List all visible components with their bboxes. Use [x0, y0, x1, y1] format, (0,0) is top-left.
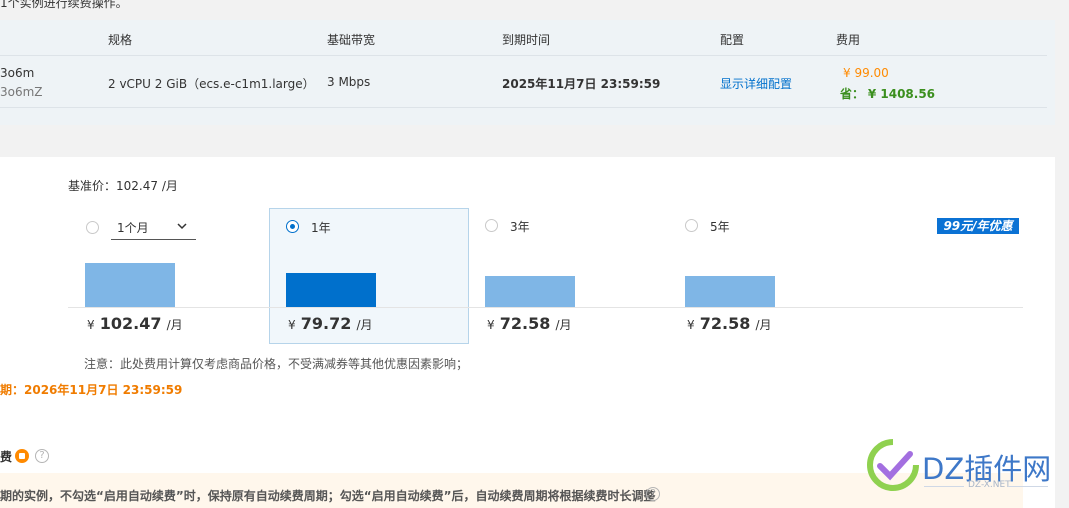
coin-icon — [15, 449, 29, 463]
auto-renew-title: 费 — [0, 450, 13, 464]
header-bandwidth: 基础带宽 — [327, 33, 376, 47]
radio-icon[interactable] — [86, 221, 99, 234]
save-value: ¥ 1408.56 — [867, 87, 936, 101]
month-select[interactable]: 1个月 — [111, 214, 196, 240]
price-value: 102.47 — [99, 314, 162, 333]
chevron-down-icon — [177, 223, 187, 230]
price-symbol: ¥ — [487, 318, 495, 332]
instance-spec: 2 vCPU 2 GiB（ecs.e-c1m1.large） — [108, 77, 315, 91]
price-bar-3-year — [485, 276, 575, 307]
price-value: 72.58 — [699, 314, 751, 333]
new-expire-time: 期：2026年11月7日 23:59:59 — [0, 383, 183, 397]
option-label-1-year: 1年 — [311, 221, 331, 235]
radio-icon[interactable] — [685, 219, 698, 232]
header-cost: 费用 — [836, 33, 861, 47]
price-symbol: ¥ — [87, 318, 95, 332]
save-label: 省： — [840, 87, 865, 101]
price-unit: /月 — [166, 318, 183, 332]
option-label-3-year: 3年 — [510, 220, 530, 234]
watermark-divider — [924, 486, 964, 487]
price-baseline — [68, 307, 1023, 308]
price-1-month: ¥ 102.47 /月 — [87, 314, 183, 333]
price-bar-1-year — [286, 273, 376, 307]
radio-icon-selected[interactable] — [286, 220, 299, 233]
renew-price: ¥ 99.00 — [843, 66, 889, 80]
save-row: 省： ¥ 1408.56 — [840, 85, 935, 102]
watermark-logo — [867, 439, 919, 491]
price-unit: /月 — [356, 318, 373, 332]
price-5-year: ¥ 72.58 /月 — [687, 314, 771, 333]
header-config: 配置 — [720, 33, 745, 47]
instance-name: 3o6mZ — [0, 85, 43, 99]
price-unit: /月 — [755, 318, 772, 332]
price-bar-5-year — [685, 276, 775, 307]
option-label-5-year: 5年 — [710, 220, 730, 234]
month-select-value: 1个月 — [117, 221, 149, 235]
price-value: 72.58 — [499, 314, 551, 333]
header-spec: 规格 — [108, 33, 133, 47]
watermark-divider — [1008, 486, 1048, 487]
radio-icon[interactable] — [485, 219, 498, 232]
price-symbol: ¥ — [288, 318, 296, 332]
instance-id: 3o6m — [0, 66, 35, 80]
price-note: 注意：此处费用计算仅考虑商品价格，不受满减券等其他优惠因素影响； — [84, 357, 469, 371]
price-value: 79.72 — [300, 314, 352, 333]
help-icon[interactable]: ? — [35, 449, 49, 463]
auto-renew-tip: 期的实例，不勾选“启用自动续费”时，保持原有自动续费周期；勾选“启用自动续费”后… — [0, 489, 656, 503]
base-price-value: 102.47 /月 — [116, 179, 178, 193]
price-bar-1-month — [85, 263, 175, 307]
row-divider — [0, 107, 1047, 108]
help-icon[interactable]: ? — [646, 487, 660, 501]
price-unit: /月 — [555, 318, 572, 332]
base-price: 基准价：102.47 /月 — [68, 177, 178, 194]
price-3-year: ¥ 72.58 /月 — [487, 314, 571, 333]
renew-notice: 1个实例进行续费操作。 — [0, 0, 128, 10]
watermark-domain: DZ-X.NET — [968, 480, 1011, 490]
instance-bandwidth: 3 Mbps — [327, 75, 371, 89]
price-1-year: ¥ 79.72 /月 — [288, 314, 372, 333]
header-expire: 到期时间 — [502, 33, 551, 47]
promo-badge: 99元/年优惠 — [937, 218, 1019, 234]
base-price-label: 基准价： — [68, 179, 117, 193]
price-symbol: ¥ — [687, 318, 695, 332]
instance-expire: 2025年11月7日 23:59:59 — [502, 77, 661, 91]
show-config-link[interactable]: 显示详细配置 — [720, 75, 792, 92]
